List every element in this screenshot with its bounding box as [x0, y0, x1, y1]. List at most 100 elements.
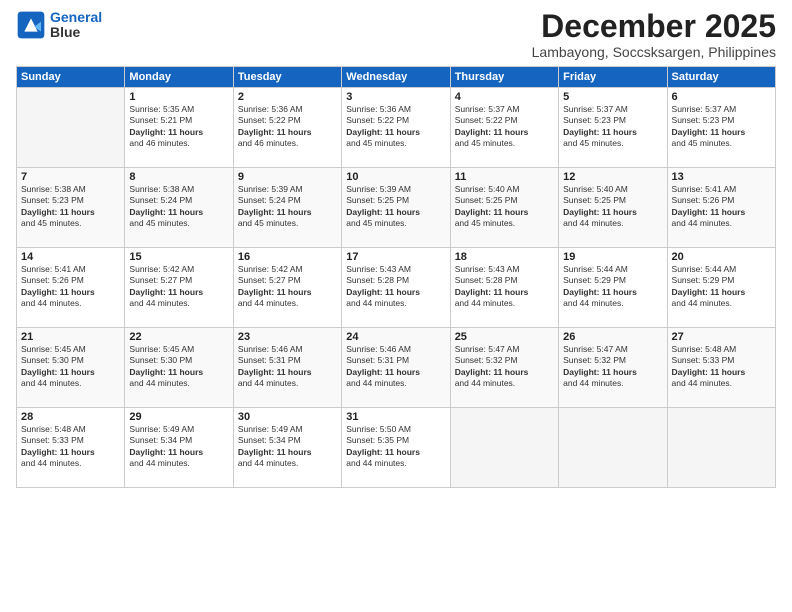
calendar-cell: 25Sunrise: 5:47 AMSunset: 5:32 PMDayligh… — [450, 328, 558, 408]
calendar-cell: 27Sunrise: 5:48 AMSunset: 5:33 PMDayligh… — [667, 328, 775, 408]
day-number: 9 — [238, 171, 337, 183]
weekday-header-friday: Friday — [559, 67, 667, 88]
calendar-cell: 12Sunrise: 5:40 AMSunset: 5:25 PMDayligh… — [559, 168, 667, 248]
cell-info: Sunrise: 5:37 AMSunset: 5:23 PMDaylight:… — [672, 104, 771, 150]
cell-info: Sunrise: 5:41 AMSunset: 5:26 PMDaylight:… — [672, 184, 771, 230]
cell-info: Sunrise: 5:43 AMSunset: 5:28 PMDaylight:… — [346, 264, 445, 310]
header: General Blue December 2025 Lambayong, So… — [16, 10, 776, 60]
weekday-header-row: SundayMondayTuesdayWednesdayThursdayFrid… — [17, 67, 776, 88]
cell-info: Sunrise: 5:48 AMSunset: 5:33 PMDaylight:… — [21, 424, 120, 470]
logo: General Blue — [16, 10, 102, 41]
cell-info: Sunrise: 5:37 AMSunset: 5:22 PMDaylight:… — [455, 104, 554, 150]
week-row-2: 7Sunrise: 5:38 AMSunset: 5:23 PMDaylight… — [17, 168, 776, 248]
calendar-cell: 19Sunrise: 5:44 AMSunset: 5:29 PMDayligh… — [559, 248, 667, 328]
day-number: 5 — [563, 91, 662, 103]
month-title: December 2025 — [532, 10, 776, 42]
calendar-cell: 30Sunrise: 5:49 AMSunset: 5:34 PMDayligh… — [233, 408, 341, 488]
cell-info: Sunrise: 5:41 AMSunset: 5:26 PMDaylight:… — [21, 264, 120, 310]
day-number: 25 — [455, 331, 554, 343]
cell-info: Sunrise: 5:40 AMSunset: 5:25 PMDaylight:… — [455, 184, 554, 230]
cell-info: Sunrise: 5:39 AMSunset: 5:24 PMDaylight:… — [238, 184, 337, 230]
cell-info: Sunrise: 5:47 AMSunset: 5:32 PMDaylight:… — [563, 344, 662, 390]
cell-info: Sunrise: 5:35 AMSunset: 5:21 PMDaylight:… — [129, 104, 228, 150]
calendar-cell: 21Sunrise: 5:45 AMSunset: 5:30 PMDayligh… — [17, 328, 125, 408]
cell-info: Sunrise: 5:46 AMSunset: 5:31 PMDaylight:… — [238, 344, 337, 390]
calendar-cell: 5Sunrise: 5:37 AMSunset: 5:23 PMDaylight… — [559, 88, 667, 168]
logo-icon — [16, 10, 46, 40]
day-number: 18 — [455, 251, 554, 263]
cell-info: Sunrise: 5:49 AMSunset: 5:34 PMDaylight:… — [129, 424, 228, 470]
day-number: 10 — [346, 171, 445, 183]
day-number: 12 — [563, 171, 662, 183]
weekday-header-thursday: Thursday — [450, 67, 558, 88]
day-number: 31 — [346, 411, 445, 423]
day-number: 15 — [129, 251, 228, 263]
day-number: 26 — [563, 331, 662, 343]
calendar-cell: 4Sunrise: 5:37 AMSunset: 5:22 PMDaylight… — [450, 88, 558, 168]
day-number: 23 — [238, 331, 337, 343]
cell-info: Sunrise: 5:42 AMSunset: 5:27 PMDaylight:… — [129, 264, 228, 310]
day-number: 14 — [21, 251, 120, 263]
day-number: 28 — [21, 411, 120, 423]
calendar-cell: 31Sunrise: 5:50 AMSunset: 5:35 PMDayligh… — [342, 408, 450, 488]
calendar-cell: 15Sunrise: 5:42 AMSunset: 5:27 PMDayligh… — [125, 248, 233, 328]
weekday-header-saturday: Saturday — [667, 67, 775, 88]
cell-info: Sunrise: 5:45 AMSunset: 5:30 PMDaylight:… — [21, 344, 120, 390]
day-number: 27 — [672, 331, 771, 343]
day-number: 7 — [21, 171, 120, 183]
day-number: 19 — [563, 251, 662, 263]
calendar-cell: 14Sunrise: 5:41 AMSunset: 5:26 PMDayligh… — [17, 248, 125, 328]
day-number: 1 — [129, 91, 228, 103]
day-number: 6 — [672, 91, 771, 103]
day-number: 3 — [346, 91, 445, 103]
calendar-cell: 1Sunrise: 5:35 AMSunset: 5:21 PMDaylight… — [125, 88, 233, 168]
calendar-table: SundayMondayTuesdayWednesdayThursdayFrid… — [16, 66, 776, 488]
calendar-cell: 16Sunrise: 5:42 AMSunset: 5:27 PMDayligh… — [233, 248, 341, 328]
calendar-cell: 2Sunrise: 5:36 AMSunset: 5:22 PMDaylight… — [233, 88, 341, 168]
day-number: 11 — [455, 171, 554, 183]
calendar-cell: 11Sunrise: 5:40 AMSunset: 5:25 PMDayligh… — [450, 168, 558, 248]
day-number: 16 — [238, 251, 337, 263]
calendar-cell — [559, 408, 667, 488]
week-row-4: 21Sunrise: 5:45 AMSunset: 5:30 PMDayligh… — [17, 328, 776, 408]
calendar-cell — [450, 408, 558, 488]
calendar-cell: 3Sunrise: 5:36 AMSunset: 5:22 PMDaylight… — [342, 88, 450, 168]
cell-info: Sunrise: 5:49 AMSunset: 5:34 PMDaylight:… — [238, 424, 337, 470]
calendar-cell: 22Sunrise: 5:45 AMSunset: 5:30 PMDayligh… — [125, 328, 233, 408]
calendar-cell: 20Sunrise: 5:44 AMSunset: 5:29 PMDayligh… — [667, 248, 775, 328]
cell-info: Sunrise: 5:38 AMSunset: 5:23 PMDaylight:… — [21, 184, 120, 230]
weekday-header-sunday: Sunday — [17, 67, 125, 88]
day-number: 30 — [238, 411, 337, 423]
cell-info: Sunrise: 5:47 AMSunset: 5:32 PMDaylight:… — [455, 344, 554, 390]
cell-info: Sunrise: 5:45 AMSunset: 5:30 PMDaylight:… — [129, 344, 228, 390]
calendar-cell: 9Sunrise: 5:39 AMSunset: 5:24 PMDaylight… — [233, 168, 341, 248]
calendar-cell: 7Sunrise: 5:38 AMSunset: 5:23 PMDaylight… — [17, 168, 125, 248]
day-number: 24 — [346, 331, 445, 343]
calendar-cell: 6Sunrise: 5:37 AMSunset: 5:23 PMDaylight… — [667, 88, 775, 168]
cell-info: Sunrise: 5:44 AMSunset: 5:29 PMDaylight:… — [563, 264, 662, 310]
calendar-cell: 8Sunrise: 5:38 AMSunset: 5:24 PMDaylight… — [125, 168, 233, 248]
cell-info: Sunrise: 5:48 AMSunset: 5:33 PMDaylight:… — [672, 344, 771, 390]
cell-info: Sunrise: 5:42 AMSunset: 5:27 PMDaylight:… — [238, 264, 337, 310]
calendar-cell: 13Sunrise: 5:41 AMSunset: 5:26 PMDayligh… — [667, 168, 775, 248]
cell-info: Sunrise: 5:38 AMSunset: 5:24 PMDaylight:… — [129, 184, 228, 230]
logo-text: General Blue — [50, 10, 102, 41]
day-number: 22 — [129, 331, 228, 343]
day-number: 13 — [672, 171, 771, 183]
calendar-cell: 10Sunrise: 5:39 AMSunset: 5:25 PMDayligh… — [342, 168, 450, 248]
calendar-cell: 29Sunrise: 5:49 AMSunset: 5:34 PMDayligh… — [125, 408, 233, 488]
cell-info: Sunrise: 5:43 AMSunset: 5:28 PMDaylight:… — [455, 264, 554, 310]
weekday-header-monday: Monday — [125, 67, 233, 88]
week-row-3: 14Sunrise: 5:41 AMSunset: 5:26 PMDayligh… — [17, 248, 776, 328]
logo-line1: General — [50, 9, 102, 25]
calendar-cell: 26Sunrise: 5:47 AMSunset: 5:32 PMDayligh… — [559, 328, 667, 408]
day-number: 4 — [455, 91, 554, 103]
weekday-header-tuesday: Tuesday — [233, 67, 341, 88]
calendar-cell: 23Sunrise: 5:46 AMSunset: 5:31 PMDayligh… — [233, 328, 341, 408]
day-number: 2 — [238, 91, 337, 103]
day-number: 21 — [21, 331, 120, 343]
cell-info: Sunrise: 5:44 AMSunset: 5:29 PMDaylight:… — [672, 264, 771, 310]
logo-line2: Blue — [50, 25, 102, 40]
calendar-page: General Blue December 2025 Lambayong, So… — [0, 0, 792, 612]
cell-info: Sunrise: 5:36 AMSunset: 5:22 PMDaylight:… — [346, 104, 445, 150]
